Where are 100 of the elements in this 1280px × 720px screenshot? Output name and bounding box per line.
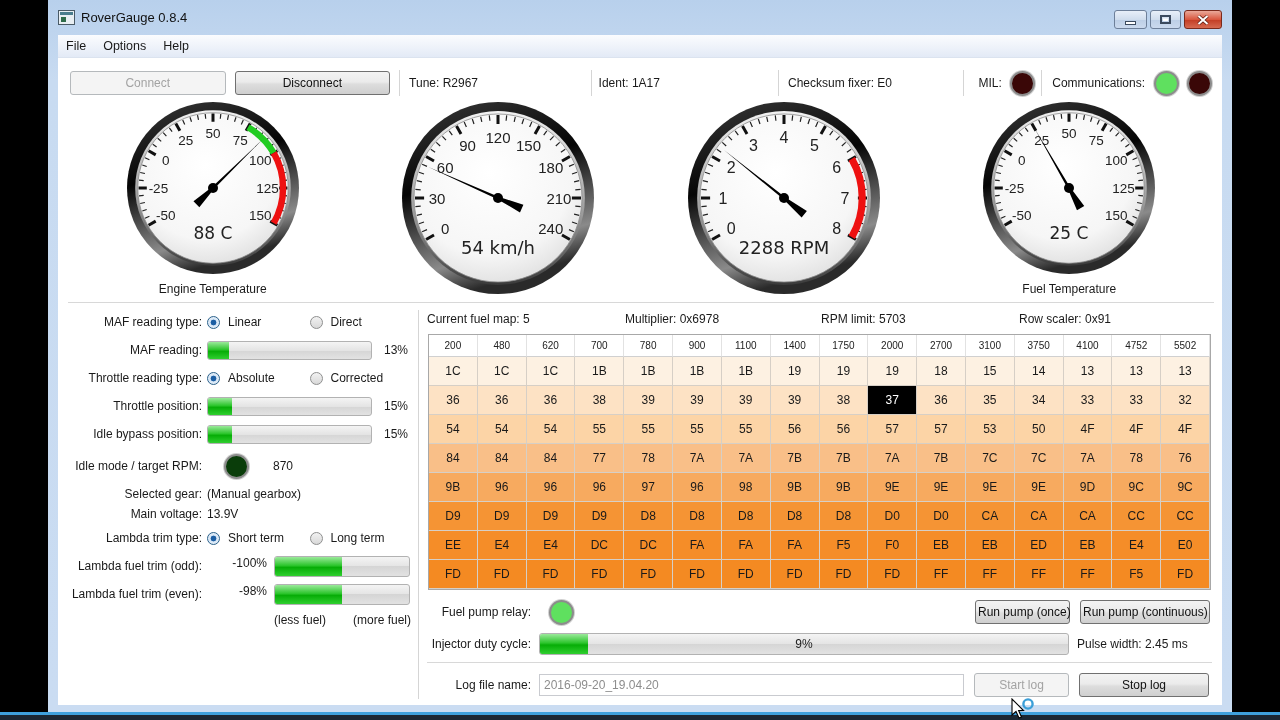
scale-label: 100 [248,153,272,169]
scale-label: 0 [441,220,450,237]
table-cell: 38 [575,386,625,415]
table-cell: FD [721,560,771,589]
table-cell: FF [965,560,1015,589]
radio-button[interactable] [207,531,220,545]
scale-label: 180 [538,159,564,176]
table-cell: FD [673,560,722,589]
table-cell: 1C [477,357,527,386]
table-cell: FA [770,531,820,560]
radio-button[interactable] [309,531,323,545]
table-cell: FD [575,560,625,589]
table-cell: 7C [965,444,1015,473]
scale-label: -25 [148,180,168,196]
table-cell: 1B [721,357,771,386]
radio-label[interactable]: Absolute [228,371,275,385]
radio-button[interactable] [207,371,220,385]
table-cell: 78 [1112,444,1162,473]
radio-label[interactable]: Short term [228,531,284,545]
scale-label: -25 [1004,180,1025,196]
scale-label: 2 [726,159,736,176]
table-cell: 84 [429,444,478,473]
radio-label[interactable]: Long term [330,531,385,545]
radio-label[interactable]: Linear [228,315,262,329]
table-cell: EB [965,531,1015,560]
radio-label[interactable]: Corrected [330,371,384,385]
table-cell: 39 [624,386,674,415]
toolbar-button[interactable]: Disconnect [234,71,391,95]
radio-button[interactable] [309,315,323,329]
scale-label: 75 [1089,133,1105,149]
minimize-button[interactable] [1114,10,1147,29]
table-cell: F0 [868,531,918,560]
radio-button[interactable] [309,371,323,385]
pump-button[interactable]: Run pump (once) [975,600,1070,624]
table-cell: 9E [917,473,966,502]
table-cell: D0 [917,502,966,531]
table-cell: CA [965,502,1015,531]
info-label: Communications: [1052,76,1145,90]
table-cell: D8 [770,502,820,531]
table-cell: FD [819,560,869,589]
field-label: Lambda fuel trim (odd): [76,559,202,573]
table-cell: E0 [1161,531,1210,560]
table-cell: CA [1063,502,1113,531]
scale-label: 7 [840,189,850,207]
radio-label[interactable]: Direct [330,315,362,329]
scale-label: 8 [832,220,841,237]
table-cell: 19 [770,357,820,386]
scale-label: (more fuel) [353,613,412,627]
table-cell: FF [1014,560,1064,589]
table-cell: D9 [429,502,478,531]
table-cell: 4F [1112,415,1162,444]
table-cell: 4F [1161,415,1210,444]
table-cell: 15 [965,357,1015,386]
table-cell: 97 [624,473,674,502]
table-cell: 57 [917,415,966,444]
table-cell: D8 [721,502,771,531]
table-cell: D0 [868,502,918,531]
maximize-button[interactable] [1150,10,1181,29]
table-cell: 9B [429,473,478,502]
scale-label: 120 [485,128,511,146]
field-label: MAF reading: [128,343,202,357]
table-cell: 1C [429,357,478,386]
scale-label: -50 [155,207,176,223]
gauge-reading: 54 km/h [461,237,536,259]
table-cell: EE [429,531,478,560]
menu-item[interactable]: Options [95,39,156,53]
scale-label: 0 [161,153,170,169]
table-cell: 36 [526,386,576,415]
menu-item[interactable]: Help [155,39,198,53]
scale-label: 240 [538,220,564,237]
table-cell: 7A [1063,444,1113,473]
gauge-caption: Fuel Temperature [1022,282,1117,296]
reading-value: -100% [231,556,267,570]
close-button[interactable] [1184,10,1222,29]
scale-label: 150 [1105,207,1128,223]
scale-label: 0 [726,220,736,237]
table-cell: 54 [477,415,527,444]
table-cell: FD [1161,560,1210,589]
table-cell: 96 [526,473,576,502]
table-cell: 19 [868,357,918,386]
table-cell: 78 [624,444,674,473]
field-label: Selected gear: [123,487,202,501]
field-label: Fuel pump relay: [440,605,531,619]
table-cell: FA [673,531,722,560]
radio-button[interactable] [207,315,220,329]
table-cell: E4 [477,531,527,560]
table-cell: 54 [429,415,478,444]
table-cell: D9 [526,502,576,531]
table-cell: FD [770,560,820,589]
table-cell: FD [624,560,674,589]
table-cell: DC [624,531,674,560]
field-label: Throttle position: [112,399,202,413]
table-cell: 33 [1063,386,1113,415]
table-cell: 55 [721,415,771,444]
reading-value: 15% [382,399,408,413]
table-cell: 14 [1014,357,1064,386]
reading-value: (Manual gearbox) [207,487,302,501]
table-cell: 9B [770,473,820,502]
menu-item[interactable]: File [58,39,96,53]
pump-button[interactable]: Run pump (continuous) [1080,600,1210,624]
